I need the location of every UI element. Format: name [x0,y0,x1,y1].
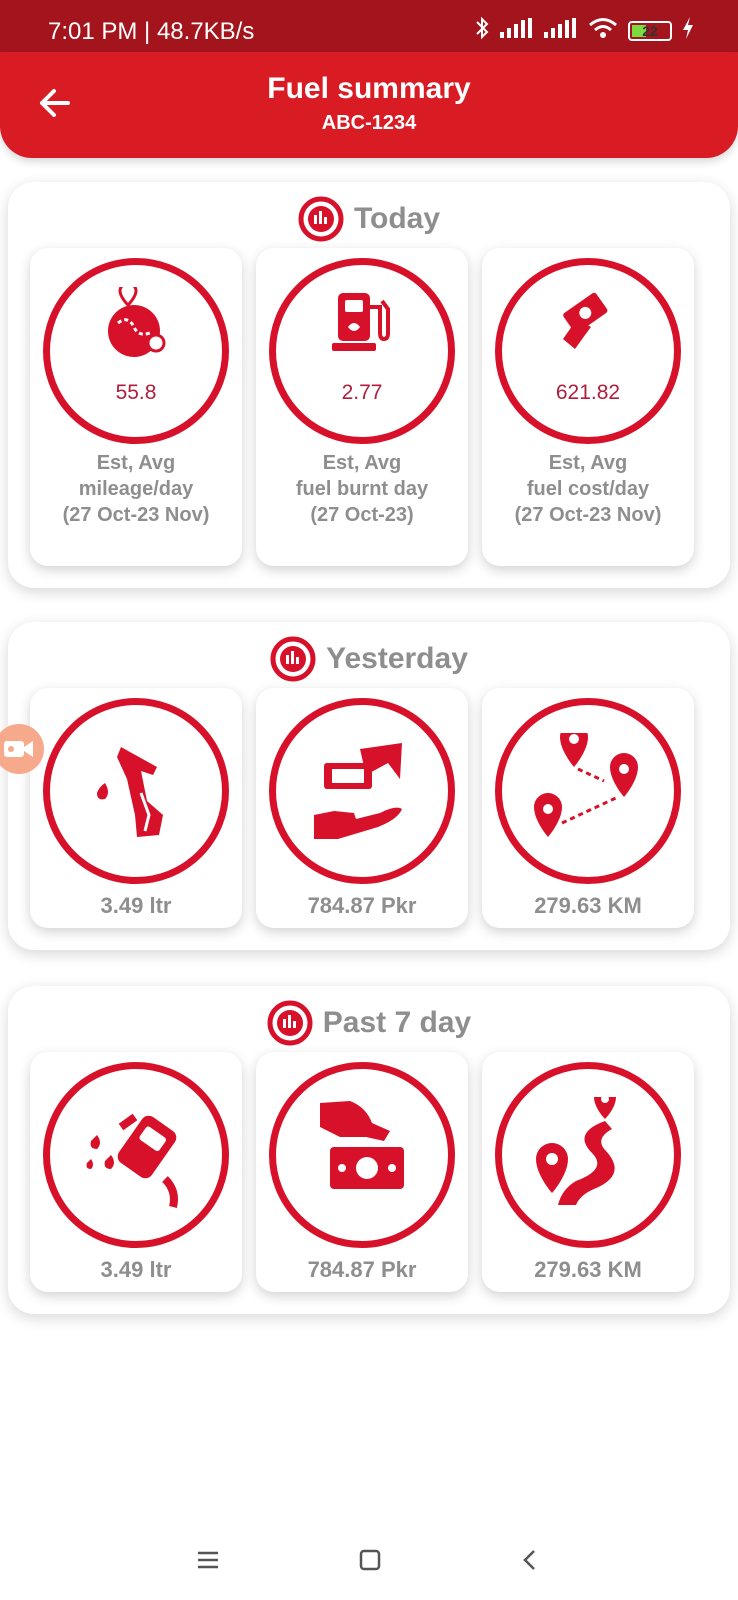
stat-value: 3.49 ltr [100,1257,172,1282]
stat-card-cost[interactable]: 784.87 Pkr [256,688,468,928]
stat-description: Est, Avg fuel cost/day (27 Oct-23 Nov) [482,450,694,528]
desc-line: (27 Oct-23) [310,504,414,526]
signal-icon-2 [544,18,578,43]
page-title: Fuel summary [267,72,471,105]
section-header: Today [8,196,730,242]
stat-ring [269,1062,455,1248]
stat-value: 279.63 KM [534,893,642,918]
desc-line: fuel burnt day [295,478,429,500]
stat-description: Est, Avg mileage/day (27 Oct-23 Nov) [30,450,242,528]
menu-button[interactable] [194,1546,222,1574]
stat-ring [269,698,455,884]
stat-card-fuel-cost[interactable]: 621.82 Est, Avg fuel cost/day (27 Oct-23… [482,248,694,566]
stat-ring: 621.82 [495,258,681,444]
stat-card-distance[interactable]: 279.63 KM [482,688,694,928]
wifi-icon [588,17,618,44]
desc-line: fuel cost/day [526,478,650,500]
section-header: Past 7 day [8,1000,730,1046]
bluetooth-icon [474,16,490,45]
money-hand-icon [314,743,402,839]
section-title: Yesterday [326,642,468,675]
stat-value: 784.87 Pkr [307,893,417,918]
stat-ring [495,698,681,884]
route-pins-icon [534,733,638,837]
stat-card-mileage[interactable]: 55.8 Est, Avg mileage/day (27 Oct-23 Nov… [30,248,242,566]
signal-icon [500,18,534,43]
desc-line: Est, Avg [96,452,176,474]
home-button[interactable] [356,1546,384,1574]
section-title: Past 7 day [322,1006,472,1039]
stat-ring: 55.8 [43,258,229,444]
desc-line: Est, Avg [548,452,628,474]
vehicle-plate: ABC-1234 [321,112,417,134]
desc-line: mileage/day [78,478,194,500]
stat-value: 621.82 [555,381,621,404]
video-camera-icon [4,741,33,757]
stats-icon [298,196,344,242]
section-title: Today [353,202,441,235]
stat-card-fuel[interactable]: 3.49 ltr [30,688,242,928]
cash-hand-icon [563,292,608,349]
stat-ring [43,1062,229,1248]
section-header: Yesterday [8,636,730,682]
stat-description: Est, Avg fuel burnt day (27 Oct-23) [256,450,468,528]
stat-card-fuel-burnt[interactable]: 2.77 Est, Avg fuel burnt day (27 Oct-23) [256,248,468,566]
app-header: Fuel summary ABC-1234 [0,52,738,158]
stat-value: 279.63 KM [534,1257,642,1282]
stat-value: 784.87 Pkr [307,1257,417,1282]
fuel-nozzle-icon [97,747,163,837]
system-nav-bar [0,1520,738,1600]
section-yesterday: Yesterday 3.49 ltr 784.87 Pkr 279.63 KM [8,622,730,950]
stats-icon [267,1000,313,1046]
stat-value: 3.49 ltr [100,893,172,918]
section-past-7-day: Past 7 day 3.49 ltr 784.87 Pkr 279.63 KM [8,986,730,1314]
stat-value: 55.8 [115,381,157,404]
desc-line: (27 Oct-23 Nov) [514,504,662,526]
menu-icon [198,1551,218,1569]
desc-line: Est, Avg [322,452,402,474]
fuel-nozzle-icon [86,1113,178,1208]
status-bar: 7:01 PM | 48.7KB/s 22 [0,0,738,52]
stat-ring: 2.77 [269,258,455,444]
fuel-pump-icon [332,293,390,351]
stat-value: 2.77 [341,381,383,404]
stat-card-distance[interactable]: 279.63 KM [482,1052,694,1292]
charging-icon [682,17,694,44]
battery-icon: 22 [628,20,672,41]
desc-line: (27 Oct-23 Nov) [62,504,210,526]
globe-route-icon [108,287,166,357]
back-nav-button[interactable] [516,1546,544,1574]
status-time: 7:01 PM | 48.7KB/s [48,18,255,45]
stat-ring [43,698,229,884]
stat-card-cost[interactable]: 784.87 Pkr [256,1052,468,1292]
stat-card-fuel[interactable]: 3.49 ltr [30,1052,242,1292]
chevron-left-icon [523,1550,535,1570]
status-icons: 22 [474,16,694,45]
stat-ring [495,1062,681,1248]
hand-cash-icon [320,1101,404,1189]
route-path-icon [536,1097,616,1205]
stats-icon [270,636,316,682]
square-icon [359,1549,381,1571]
section-today: Today 55.8 Est, Avg mileage/day (27 Oct-… [8,182,730,588]
